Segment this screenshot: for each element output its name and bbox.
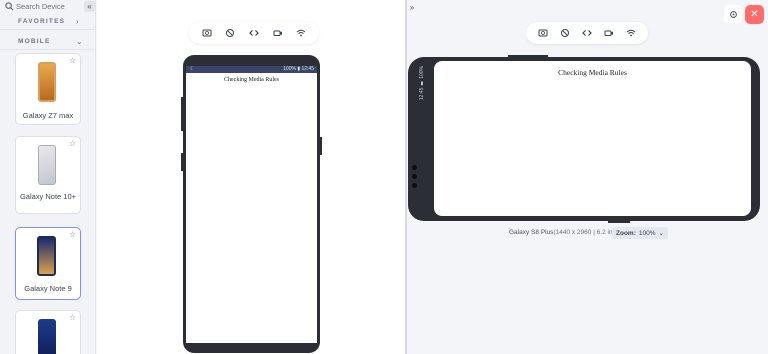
device-card-selected[interactable]: ☆ Galaxy Note 9 [15, 227, 81, 300]
star-icon[interactable]: ☆ [69, 313, 76, 322]
device-list: ☆ Galaxy Z7 max ☆ Galaxy Note 10+ ☆ Gala… [0, 48, 96, 354]
rotate-icon[interactable] [224, 27, 236, 39]
collapse-sidebar-button[interactable]: « [84, 1, 95, 12]
power-button [608, 221, 630, 223]
portrait-screen[interactable] [186, 66, 317, 343]
volume-button [181, 97, 183, 131]
portrait-status-bar: ☾ 100% ▮ 12:45 [186, 66, 317, 73]
landscape-screen[interactable] [434, 61, 751, 216]
power-button [320, 137, 322, 155]
device-thumbnail [38, 145, 56, 185]
screenshot-icon[interactable] [201, 27, 213, 39]
status-text: 100% ▮ 12:45 [283, 66, 314, 72]
expand-icon[interactable]: » [407, 3, 417, 13]
zoom-label: Zoom: [616, 229, 636, 237]
zoom-value: 100% [638, 229, 656, 237]
device-sidebar: « FAVORITES › MOBILE ⌄ ☆ Galaxy Z7 max ☆… [0, 0, 96, 354]
favorites-section[interactable]: FAVORITES › [0, 14, 96, 30]
moon-icon: ☾ [190, 66, 195, 72]
rotate-icon [729, 10, 737, 18]
star-icon[interactable]: ☆ [69, 139, 76, 148]
star-icon[interactable]: ☆ [69, 56, 76, 65]
video-icon[interactable] [603, 27, 615, 39]
device-card[interactable]: ☆ Galaxy Note 10+ [15, 136, 81, 214]
status-text: 12:45 ▮ 100% [419, 66, 425, 101]
search-icon [5, 2, 14, 11]
device-info: Galaxy S8 Plus(1440 x 2960 | 6.2 in) [509, 229, 615, 236]
device-name: Galaxy Note 9 [24, 284, 72, 293]
camera-icon [412, 183, 417, 188]
device-thumbnail [38, 62, 56, 102]
volume-button [508, 55, 548, 57]
mobile-label: MOBILE [18, 38, 51, 45]
device-card[interactable]: ☆ Galaxy Z7 max [15, 53, 81, 125]
device-thumbnail [37, 236, 56, 276]
pane-divider[interactable] [405, 0, 407, 354]
landscape-toolbar [526, 22, 648, 44]
portrait-page-text: Checking Media Rules [224, 77, 279, 83]
landscape-status-bar: 12:45 ▮ 100% [419, 66, 431, 212]
chevron-right-icon: › [76, 17, 79, 26]
favorites-label: FAVORITES [18, 18, 66, 25]
rotate-view-button[interactable] [724, 5, 742, 23]
sensor-dot [412, 165, 417, 170]
zoom-select[interactable]: Zoom: 100% ⌄ [612, 227, 668, 239]
device-name: Galaxy Note 10+ [19, 192, 77, 201]
portrait-toolbar [189, 22, 319, 44]
search-input[interactable] [16, 0, 80, 13]
device-name: Galaxy Z7 max [22, 111, 74, 120]
rotate-icon[interactable] [559, 27, 571, 39]
sensor-dot [412, 174, 417, 179]
close-button[interactable]: ✕ [745, 5, 764, 24]
bixby-button [181, 153, 183, 171]
chevron-down-icon: ⌄ [658, 230, 664, 237]
device-card[interactable]: ☆ [15, 310, 81, 354]
code-icon[interactable] [581, 27, 593, 39]
video-icon[interactable] [272, 27, 284, 39]
device-info-specs: (1440 x 2960 | 6.2 in) [553, 229, 615, 236]
device-info-name: Galaxy S8 Plus [509, 229, 554, 236]
landscape-page-text: Checking Media Rules [558, 68, 627, 77]
star-icon[interactable]: ☆ [69, 230, 76, 239]
chevron-down-icon: ⌄ [76, 37, 83, 46]
wifi-icon[interactable] [625, 27, 637, 39]
screenshot-icon[interactable] [537, 27, 549, 39]
code-icon[interactable] [248, 27, 260, 39]
wifi-icon[interactable] [295, 27, 307, 39]
search-bar [0, 0, 96, 14]
device-thumbnail [38, 319, 56, 354]
